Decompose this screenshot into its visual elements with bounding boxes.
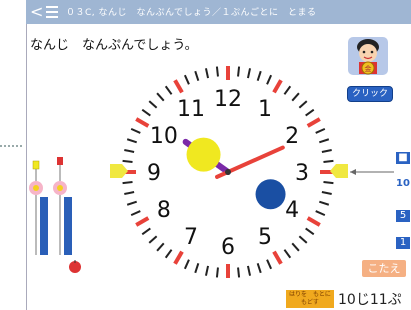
clock-tick <box>135 216 150 227</box>
clock-tick <box>256 262 262 274</box>
clock-face: 12 12 3 45678 9 1011 <box>122 66 334 278</box>
clock-tick <box>315 127 326 134</box>
right-control-10[interactable]: 10 <box>396 178 410 190</box>
clock-tick <box>141 227 151 236</box>
clock-tick <box>305 108 315 117</box>
clock-tick <box>321 190 332 196</box>
clock-number: 7 <box>184 225 198 250</box>
clock-number: 9 <box>147 161 161 186</box>
clock-tick <box>318 138 330 144</box>
clock-number: 12 <box>214 87 242 112</box>
clock-tick <box>215 66 219 77</box>
right-control-1[interactable]: ■ <box>396 152 410 164</box>
right-control-5[interactable]: 5 <box>396 210 410 222</box>
minute-hand-knob[interactable] <box>255 179 286 210</box>
clock-number: 2 <box>285 124 299 149</box>
hour-drag-tab[interactable] <box>108 160 130 182</box>
clock-tick <box>291 242 300 252</box>
clock-tick <box>173 250 184 265</box>
clock-tick <box>204 265 210 276</box>
clock-tick <box>148 235 158 244</box>
panel-divider <box>26 0 27 310</box>
clock-tick <box>291 92 300 102</box>
clock-tick <box>318 200 330 206</box>
clock-number: 10 <box>150 124 178 149</box>
clock-tick <box>173 79 184 94</box>
clock-tick <box>194 262 200 274</box>
dotted-pointer-line <box>0 145 22 147</box>
clock-tick <box>246 68 252 79</box>
question-text: なんじ なんぷんでしょう。 <box>30 38 198 53</box>
clock-tick <box>266 74 273 85</box>
clock-tick <box>194 70 200 82</box>
answer-button[interactable]: こたえ <box>362 260 406 277</box>
clock-tick <box>283 85 292 95</box>
hour-hand-knob[interactable] <box>186 137 221 172</box>
title-bar: < ０３C, なんじ なんぷんでしょう／１ぷんごとに とまる <box>26 0 411 24</box>
reset-hands-button[interactable]: はりを もとに もどす <box>286 290 337 308</box>
clock-tick <box>306 117 321 128</box>
clock-center <box>225 169 231 175</box>
clock-number: 1 <box>258 97 272 122</box>
clock-tick <box>272 79 283 94</box>
clock-tick <box>306 216 321 227</box>
clock-tick <box>204 68 210 79</box>
clock-tick <box>283 249 292 259</box>
minute-drag-tab[interactable] <box>328 160 350 182</box>
clock-tick <box>305 227 315 236</box>
clock-tick <box>237 66 241 77</box>
window-title: ０３C, なんじ なんぷんでしょう／１ぷんごとに とまる <box>66 8 317 18</box>
clock-tick <box>298 235 308 244</box>
clock-tick <box>130 210 141 217</box>
clock-tick <box>124 190 135 196</box>
answer-text: 10じ11ぷ <box>338 292 402 308</box>
click-button[interactable]: クリック <box>347 86 393 102</box>
back-icon[interactable]: < <box>30 3 44 21</box>
clock-tick <box>266 259 273 270</box>
clock-tick <box>135 117 150 128</box>
side-controls[interactable] <box>28 155 88 275</box>
clock-number: 4 <box>285 198 299 223</box>
clock-tick <box>164 85 173 95</box>
clock-tick <box>130 127 141 134</box>
clock-tick <box>141 108 151 117</box>
arrow-indicator <box>350 169 394 175</box>
clock-tick <box>183 74 190 85</box>
clock-tick <box>321 148 332 154</box>
clock-tick <box>156 92 165 102</box>
clock-tick <box>164 249 173 259</box>
mascot-icon[interactable]: 金 <box>345 35 391 89</box>
svg-text:金: 金 <box>365 64 372 73</box>
clock-tick <box>315 210 326 217</box>
clock-number: 6 <box>221 235 235 260</box>
clock-tick <box>156 242 165 252</box>
clock-tick <box>215 267 219 278</box>
menu-icon[interactable] <box>46 6 58 18</box>
clock-tick <box>183 259 190 270</box>
clock-tick <box>256 70 262 82</box>
right-control-1min[interactable]: 1 <box>396 237 410 249</box>
clock-tick <box>124 148 135 154</box>
clock-tick <box>323 181 334 185</box>
clock-tick <box>122 181 133 185</box>
clock-number: 3 <box>295 161 309 186</box>
clock-tick <box>237 267 241 278</box>
clock-number: 8 <box>157 198 171 223</box>
clock-number: 11 <box>177 97 205 122</box>
clock-tick <box>272 250 283 265</box>
clock-tick <box>126 138 138 144</box>
clock-number: 5 <box>258 225 272 250</box>
clock-tick <box>148 100 158 109</box>
clock-tick <box>126 200 138 206</box>
clock-tick <box>246 265 252 276</box>
clock-tick <box>298 100 308 109</box>
